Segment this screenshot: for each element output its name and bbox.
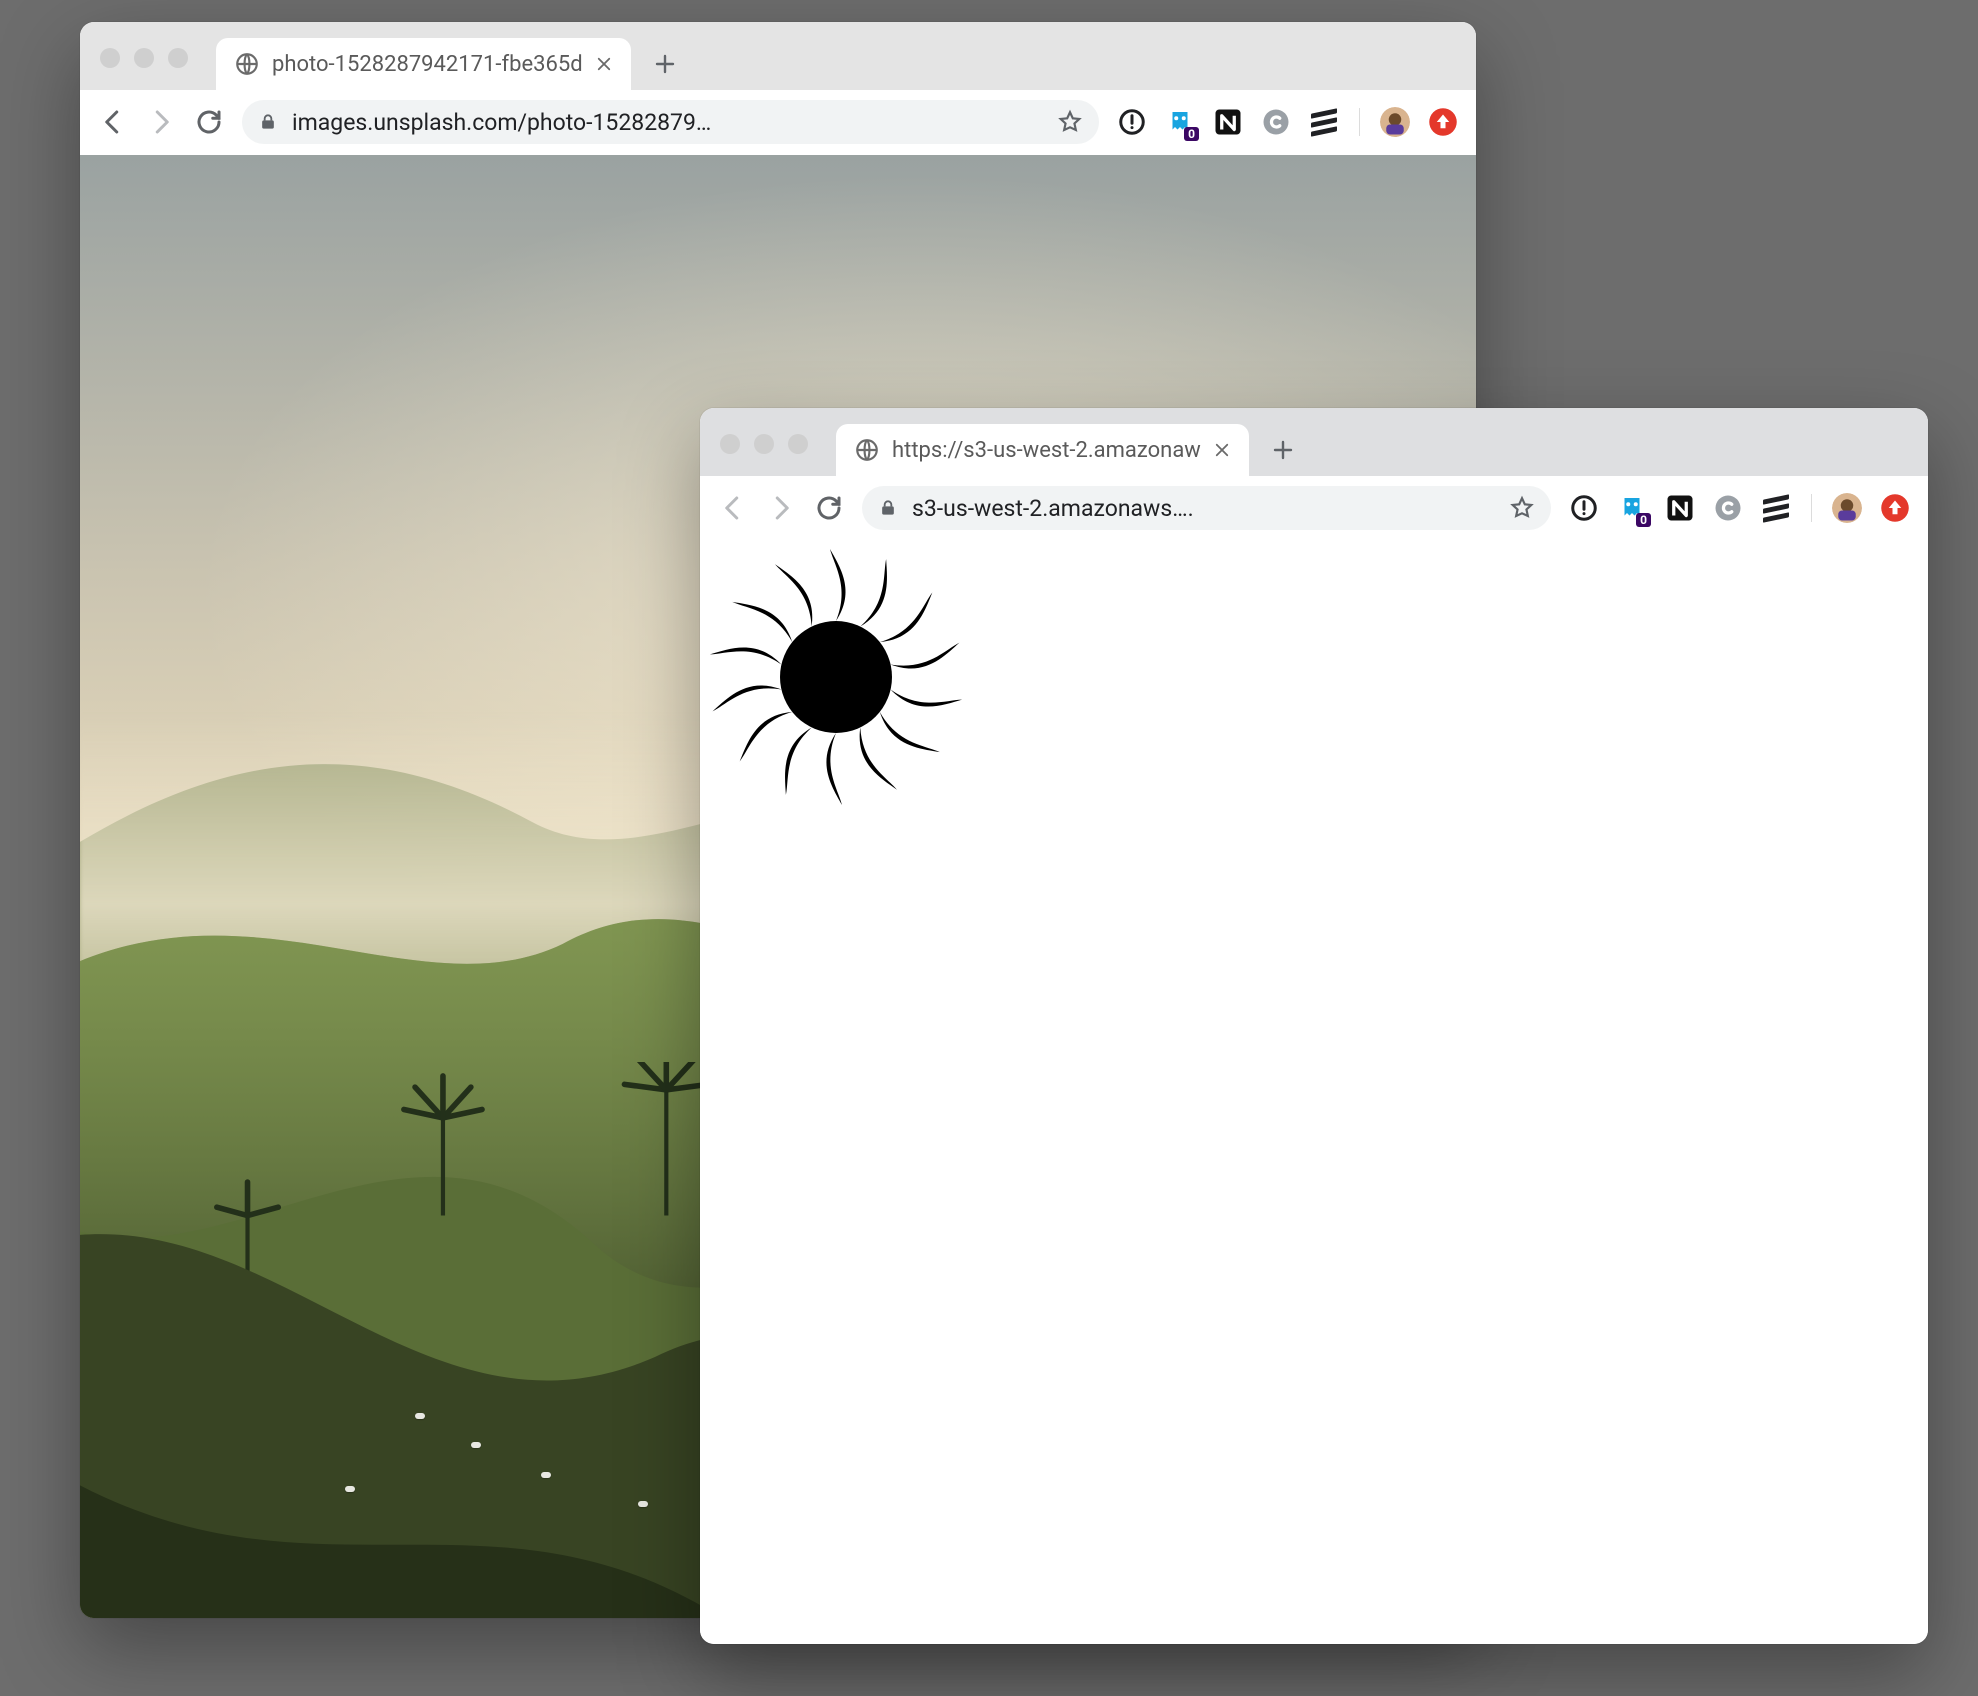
- address-bar[interactable]: images.unsplash.com/photo-15282879…: [242, 100, 1099, 144]
- back-icon[interactable]: [718, 493, 748, 523]
- star-icon[interactable]: [1509, 495, 1535, 521]
- separator: [1359, 108, 1360, 136]
- window-close-button[interactable]: [720, 434, 740, 454]
- browser-window-front: https://s3-us-west-2.amazonaw s3-us-west…: [700, 408, 1928, 1644]
- globe-icon: [234, 51, 260, 77]
- url-text: s3-us-west-2.amazonaws….: [912, 495, 1495, 522]
- browser-tab[interactable]: photo-1528287942171-fbe365d: [216, 38, 631, 90]
- upload-icon[interactable]: [1428, 107, 1458, 137]
- window-controls[interactable]: [720, 434, 808, 454]
- browser-tab[interactable]: https://s3-us-west-2.amazonaw: [836, 424, 1249, 476]
- forward-icon[interactable]: [766, 493, 796, 523]
- tab-title: photo-1528287942171-fbe365d: [272, 52, 583, 77]
- avatar-icon[interactable]: [1380, 107, 1410, 137]
- tab-title: https://s3-us-west-2.amazonaw: [892, 438, 1201, 463]
- window-maximize-button[interactable]: [788, 434, 808, 454]
- window-minimize-button[interactable]: [134, 48, 154, 68]
- extensions: 0: [1117, 107, 1458, 137]
- tabstrip: https://s3-us-west-2.amazonaw: [700, 408, 1928, 476]
- address-bar[interactable]: s3-us-west-2.amazonaws….: [862, 486, 1551, 530]
- buffer-icon[interactable]: [1309, 107, 1339, 137]
- notion-n-icon[interactable]: [1665, 493, 1695, 523]
- extension-badge: 0: [1184, 127, 1199, 141]
- window-minimize-button[interactable]: [754, 434, 774, 454]
- ghost-icon[interactable]: 0: [1165, 107, 1195, 137]
- lock-icon: [878, 498, 898, 518]
- window-close-button[interactable]: [100, 48, 120, 68]
- toolbar: s3-us-west-2.amazonaws…. 0: [700, 476, 1928, 541]
- window-controls[interactable]: [100, 48, 188, 68]
- close-icon[interactable]: [1213, 441, 1231, 459]
- toolbar: images.unsplash.com/photo-15282879… 0: [80, 90, 1476, 155]
- window-maximize-button[interactable]: [168, 48, 188, 68]
- back-icon[interactable]: [98, 107, 128, 137]
- sun-icon: [706, 547, 966, 807]
- new-tab-button[interactable]: [1271, 438, 1295, 462]
- circle-c-icon[interactable]: [1713, 493, 1743, 523]
- globe-icon: [854, 437, 880, 463]
- url-text: images.unsplash.com/photo-15282879…: [292, 109, 1043, 136]
- ghost-icon[interactable]: 0: [1617, 493, 1647, 523]
- new-tab-button[interactable]: [653, 52, 677, 76]
- tabstrip: photo-1528287942171-fbe365d: [80, 22, 1476, 90]
- reload-icon[interactable]: [814, 493, 844, 523]
- upload-icon[interactable]: [1880, 493, 1910, 523]
- avatar-icon[interactable]: [1832, 493, 1862, 523]
- close-icon[interactable]: [595, 55, 613, 73]
- extension-badge: 0: [1636, 513, 1651, 527]
- notion-n-icon[interactable]: [1213, 107, 1243, 137]
- circle-c-icon[interactable]: [1261, 107, 1291, 137]
- forward-icon[interactable]: [146, 107, 176, 137]
- page-content-svg: [700, 541, 1928, 1644]
- separator: [1811, 494, 1812, 522]
- info-circle-icon[interactable]: [1117, 107, 1147, 137]
- reload-icon[interactable]: [194, 107, 224, 137]
- lock-icon: [258, 112, 278, 132]
- buffer-icon[interactable]: [1761, 493, 1791, 523]
- star-icon[interactable]: [1057, 109, 1083, 135]
- info-circle-icon[interactable]: [1569, 493, 1599, 523]
- extensions: 0: [1569, 493, 1910, 523]
